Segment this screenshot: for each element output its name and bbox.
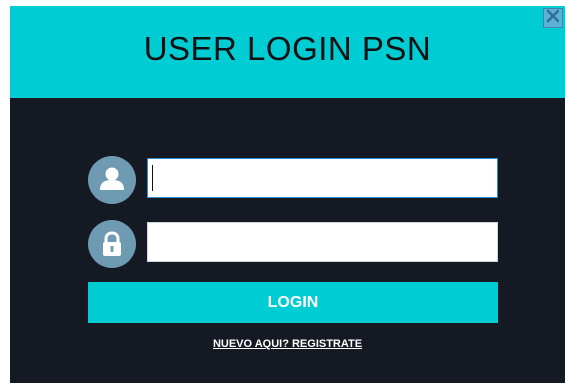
header-bar: USER LOGIN PSN: [10, 6, 565, 98]
text-cursor: [152, 165, 153, 191]
close-icon: [546, 9, 560, 28]
register-link[interactable]: NUEVO AQUI? REGISTRATE: [10, 338, 565, 350]
login-window: USER LOGIN PSN LOGIN NUEVO AQUI? REGISTR…: [10, 6, 565, 383]
page-title: USER LOGIN PSN: [143, 30, 432, 67]
password-input[interactable]: [147, 222, 498, 262]
login-button[interactable]: LOGIN: [88, 282, 498, 323]
lock-icon: [88, 220, 136, 268]
username-input[interactable]: [147, 158, 498, 198]
close-button[interactable]: [543, 8, 563, 28]
user-icon: [88, 156, 136, 204]
